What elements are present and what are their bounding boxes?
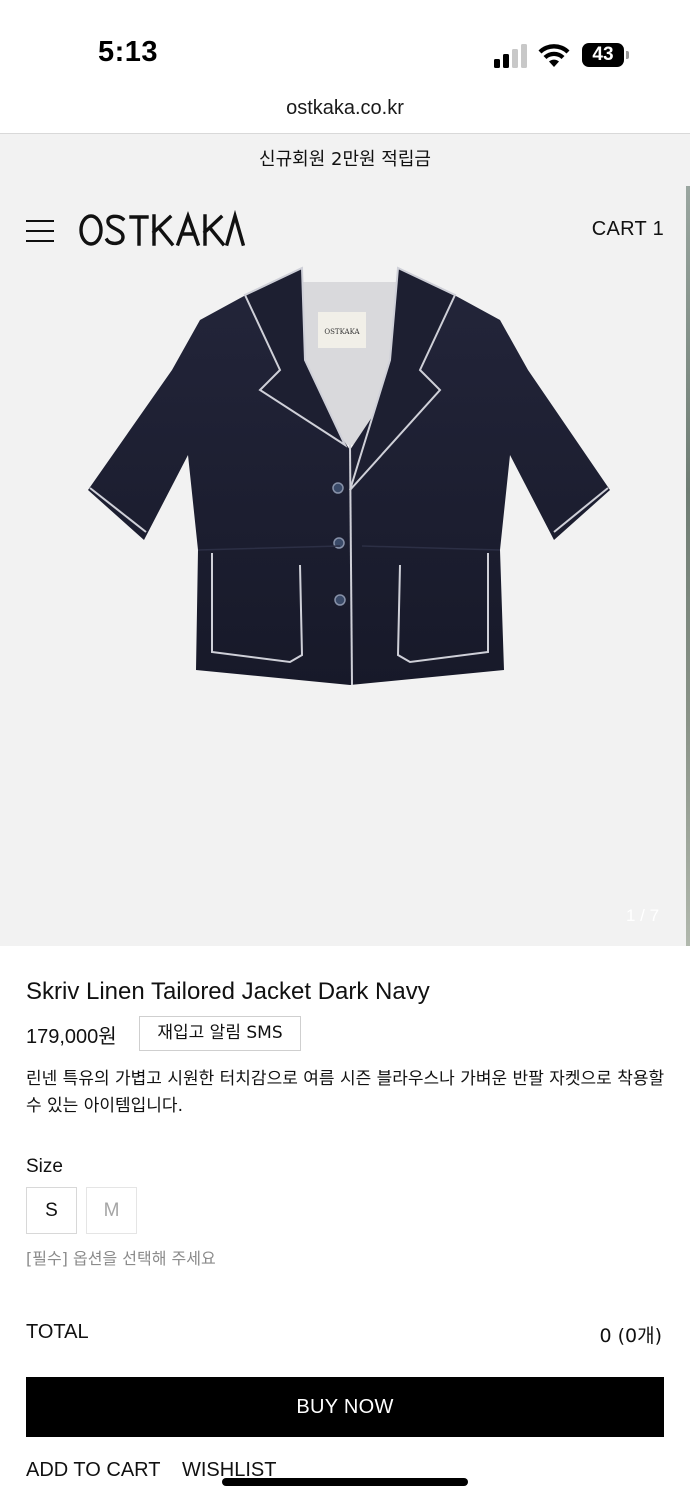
buy-now-button[interactable]: BUY NOW: [26, 1377, 664, 1437]
product-price: 179,000원: [26, 1026, 117, 1048]
total-label: TOTAL: [26, 1321, 89, 1343]
wifi-icon: [538, 44, 570, 67]
battery-icon: 43: [582, 43, 630, 67]
hamburger-menu-icon[interactable]: [26, 220, 54, 242]
required-option-note: [필수] 옵션을 선택해 주세요: [26, 1249, 216, 1268]
promo-banner[interactable]: 신규회원 2만원 적립금: [0, 134, 690, 186]
home-indicator[interactable]: [222, 1478, 468, 1486]
restock-sms-button[interactable]: 재입고 알림 SMS: [139, 1016, 301, 1051]
status-bar: 5:13 43: [0, 0, 690, 95]
address-bar[interactable]: ostkaka.co.kr: [0, 88, 690, 132]
status-time: 5:13: [98, 36, 159, 68]
cart-link[interactable]: CART 1: [592, 218, 664, 241]
add-to-cart-button[interactable]: ADD TO CART: [26, 1459, 160, 1482]
battery-level: 43: [592, 44, 614, 65]
brand-logo[interactable]: [79, 210, 245, 250]
size-option-s[interactable]: S: [26, 1187, 77, 1234]
slide-counter: 1 / 7: [626, 906, 660, 925]
size-option-m[interactable]: M: [86, 1187, 137, 1234]
signal-icon: [494, 44, 528, 68]
product-image[interactable]: OSTKAKA: [80, 250, 620, 690]
size-label: Size: [26, 1156, 63, 1177]
svg-text:OSTKAKA: OSTKAKA: [324, 328, 360, 336]
product-name: Skriv Linen Tailored Jacket Dark Navy: [26, 978, 430, 1005]
total-value: 0 (0개): [599, 1325, 662, 1347]
product-description: 린넨 특유의 가볍고 시원한 터치감으로 여름 시즌 블라우스나 가벼운 반팔 …: [26, 1069, 665, 1116]
next-slide-peek: [686, 186, 690, 946]
